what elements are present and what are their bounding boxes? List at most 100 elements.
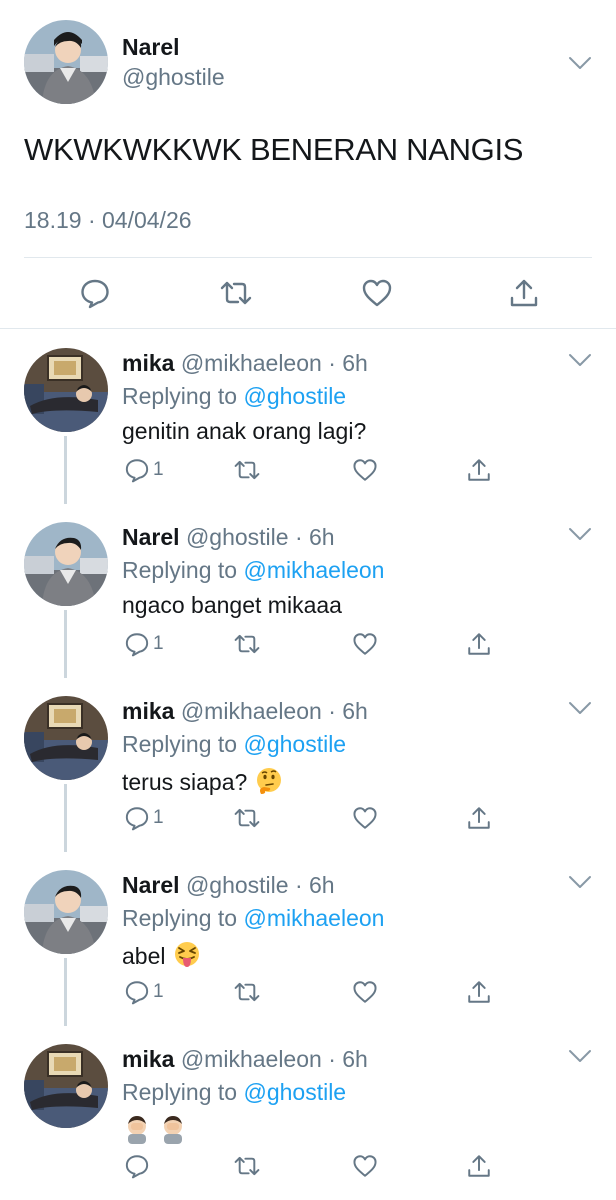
replying-to: Replying to @mikhaeleon <box>122 557 384 584</box>
reply-tweet[interactable]: mika @mikhaeleon · 6h Replying to @ghost… <box>0 1024 616 1198</box>
reply-button[interactable] <box>124 1152 150 1180</box>
mention-link[interactable]: @mikhaeleon <box>243 557 384 583</box>
author-handle[interactable]: @ghostile <box>122 64 225 91</box>
retweet-button[interactable] <box>234 456 260 484</box>
author-handle[interactable]: @mikhaeleon <box>181 1046 322 1072</box>
author-name[interactable]: mika <box>122 350 174 376</box>
retweet-button[interactable] <box>234 1152 260 1180</box>
retweet-button[interactable] <box>234 978 260 1006</box>
like-button[interactable] <box>352 978 378 1006</box>
reply-text: terus siapa? <box>122 769 248 796</box>
author-handle[interactable]: @mikhaeleon <box>181 698 322 724</box>
reply-count: 1 <box>153 981 164 1002</box>
reply-button[interactable]: 1 <box>124 978 164 1006</box>
thread-line <box>64 436 67 504</box>
replying-to-label: Replying to <box>122 905 244 931</box>
mika-avatar[interactable] <box>24 348 108 432</box>
share-icon <box>468 459 490 481</box>
like-icon <box>353 1155 377 1177</box>
author-name[interactable]: Narel <box>122 872 180 898</box>
mika-avatar[interactable] <box>24 696 108 780</box>
thread-line <box>64 958 67 1026</box>
share-button[interactable] <box>466 804 492 832</box>
reply-icon[interactable] <box>79 277 111 309</box>
thread-line <box>64 784 67 852</box>
like-button[interactable] <box>352 630 378 658</box>
reply-button[interactable]: 1 <box>124 630 164 658</box>
like-icon <box>353 981 377 1003</box>
mika-avatar[interactable] <box>24 1044 108 1128</box>
face-palm-emoji <box>122 1114 152 1150</box>
share-icon[interactable] <box>508 277 540 309</box>
chevron-down-icon[interactable] <box>568 874 592 890</box>
mention-link[interactable]: @mikhaeleon <box>243 905 384 931</box>
mention-link[interactable]: @ghostile <box>243 731 346 757</box>
like-icon[interactable] <box>361 277 393 309</box>
share-button[interactable] <box>466 630 492 658</box>
separator-dot: · <box>321 1046 343 1072</box>
reply-text: ngaco banget mikaaa <box>122 592 342 618</box>
tweet-timestamp[interactable]: 18.19 · 04/04/26 <box>24 207 192 234</box>
reply-text: genitin anak orang lagi? <box>122 418 367 444</box>
reply-tweet[interactable]: Narel @ghostile · 6h Replying to @mikhae… <box>0 850 616 1026</box>
reply-button[interactable]: 1 <box>124 804 164 832</box>
chevron-down-icon[interactable] <box>568 526 592 542</box>
separator-dot: · <box>321 350 343 376</box>
chevron-down-icon[interactable] <box>568 55 592 71</box>
author-name[interactable]: mika <box>122 698 174 724</box>
share-icon <box>468 1155 490 1177</box>
share-button[interactable] <box>466 1152 492 1180</box>
author-handle[interactable]: @ghostile <box>186 872 289 898</box>
narel-avatar[interactable] <box>24 870 108 954</box>
separator-dot: · <box>288 524 310 550</box>
reply-button[interactable]: 1 <box>124 456 164 484</box>
chevron-down-icon[interactable] <box>568 1048 592 1064</box>
retweet-icon <box>234 1156 260 1176</box>
reply-time[interactable]: 6h <box>342 698 368 724</box>
author-name[interactable]: Narel <box>122 524 180 550</box>
replying-to: Replying to @ghostile <box>122 731 346 758</box>
thinking-face-emoji <box>254 766 284 802</box>
reply-tweet[interactable]: mika @mikhaeleon · 6h Replying to @ghost… <box>0 328 616 504</box>
retweet-icon[interactable] <box>220 277 252 309</box>
reply-icon <box>125 633 149 657</box>
reply-time[interactable]: 6h <box>342 1046 368 1072</box>
reply-count: 1 <box>153 459 164 480</box>
mention-link[interactable]: @ghostile <box>243 1079 346 1105</box>
share-button[interactable] <box>466 978 492 1006</box>
reply-text: abel <box>122 943 166 970</box>
reply-time[interactable]: 6h <box>309 524 335 550</box>
retweet-button[interactable] <box>234 804 260 832</box>
author-handle[interactable]: @ghostile <box>186 524 289 550</box>
narel-avatar[interactable] <box>24 20 108 104</box>
reply-icon <box>125 1155 149 1179</box>
narel-avatar[interactable] <box>24 522 108 606</box>
like-icon <box>353 459 377 481</box>
reply-tweet[interactable]: Narel @ghostile · 6h Replying to @mikhae… <box>0 502 616 678</box>
reply-icon <box>125 459 149 483</box>
divider <box>24 257 592 258</box>
like-icon <box>353 807 377 829</box>
reply-count: 1 <box>153 633 164 654</box>
chevron-down-icon[interactable] <box>568 700 592 716</box>
reply-time[interactable]: 6h <box>342 350 368 376</box>
author-name[interactable]: Narel <box>122 34 180 61</box>
chevron-down-icon[interactable] <box>568 352 592 368</box>
tweet-text: WKWKWKKWK BENERAN NANGIS <box>24 132 524 167</box>
retweet-icon <box>234 634 260 654</box>
share-button[interactable] <box>466 456 492 484</box>
replying-to: Replying to @mikhaeleon <box>122 905 384 932</box>
retweet-icon <box>234 460 260 480</box>
like-button[interactable] <box>352 1152 378 1180</box>
like-button[interactable] <box>352 804 378 832</box>
author-handle[interactable]: @mikhaeleon <box>181 350 322 376</box>
like-button[interactable] <box>352 456 378 484</box>
replying-to: Replying to @ghostile <box>122 383 346 410</box>
reply-tweet[interactable]: mika @mikhaeleon · 6h Replying to @ghost… <box>0 676 616 852</box>
retweet-button[interactable] <box>234 630 260 658</box>
reply-time[interactable]: 6h <box>309 872 335 898</box>
separator-dot: · <box>288 872 310 898</box>
replying-to: Replying to @ghostile <box>122 1079 346 1106</box>
mention-link[interactable]: @ghostile <box>243 383 346 409</box>
author-name[interactable]: mika <box>122 1046 174 1072</box>
